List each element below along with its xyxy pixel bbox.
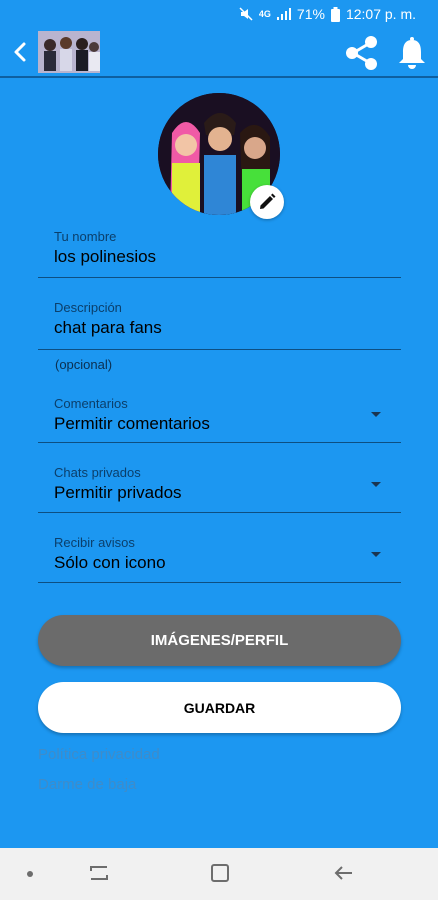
back-button[interactable] (6, 37, 34, 67)
app-bar (0, 28, 438, 78)
share-icon (346, 36, 377, 70)
status-bar: 4G 71% 12:07 p. m. (0, 0, 438, 28)
mute-icon (239, 7, 253, 21)
description-value: chat para fans (54, 318, 162, 337)
clock: 12:07 p. m. (345, 6, 416, 22)
private-chats-select[interactable]: Chats privados Permitir privados (38, 461, 401, 513)
system-nav-bar (0, 848, 438, 900)
notifications-select[interactable]: Recibir avisos Sólo con icono (38, 531, 401, 583)
comments-select[interactable]: Comentarios Permitir comentarios (38, 392, 401, 443)
notify-value: Sólo con icono (54, 553, 166, 572)
unsubscribe-link[interactable]: Darme de baja (38, 776, 136, 793)
comments-label: Comentarios (54, 396, 128, 411)
description-label: Descripción (54, 300, 122, 315)
description-field[interactable]: Descripción chat para fans (38, 296, 401, 350)
private-label: Chats privados (54, 465, 141, 480)
recent-apps-button[interactable] (88, 862, 110, 884)
dropdown-arrow-icon (371, 412, 381, 417)
bell-icon (399, 37, 425, 69)
nav-dot-icon (27, 871, 33, 877)
share-button[interactable] (343, 34, 381, 72)
recent-apps-icon (90, 866, 108, 880)
back-arrow-icon (334, 866, 352, 880)
chevron-left-icon (14, 42, 26, 62)
private-value: Permitir privados (54, 483, 182, 502)
home-button[interactable] (211, 864, 229, 882)
dropdown-arrow-icon (371, 552, 381, 557)
system-back-button[interactable] (333, 862, 355, 884)
signal-icon (276, 8, 291, 20)
notifications-button[interactable] (395, 34, 429, 72)
name-field[interactable]: Tu nombre los polinesios (38, 225, 401, 278)
comments-value: Permitir comentarios (54, 414, 210, 433)
group-thumbnail[interactable] (38, 31, 100, 73)
pencil-icon (260, 193, 276, 209)
name-value: los polinesios (54, 247, 157, 266)
network-indicator: 4G (258, 9, 271, 19)
description-helper: (opcional) (55, 357, 113, 372)
privacy-policy-link[interactable]: Política privacidad (38, 746, 160, 763)
notify-label: Recibir avisos (54, 535, 135, 550)
battery-percent: 71% (296, 6, 325, 22)
name-label: Tu nombre (54, 229, 117, 244)
battery-icon (330, 6, 340, 22)
images-profile-button[interactable]: IMÁGENES/PERFIL (38, 615, 401, 666)
edit-avatar-button[interactable] (250, 185, 284, 219)
dropdown-arrow-icon (371, 482, 381, 487)
save-button[interactable]: GUARDAR (38, 682, 401, 733)
